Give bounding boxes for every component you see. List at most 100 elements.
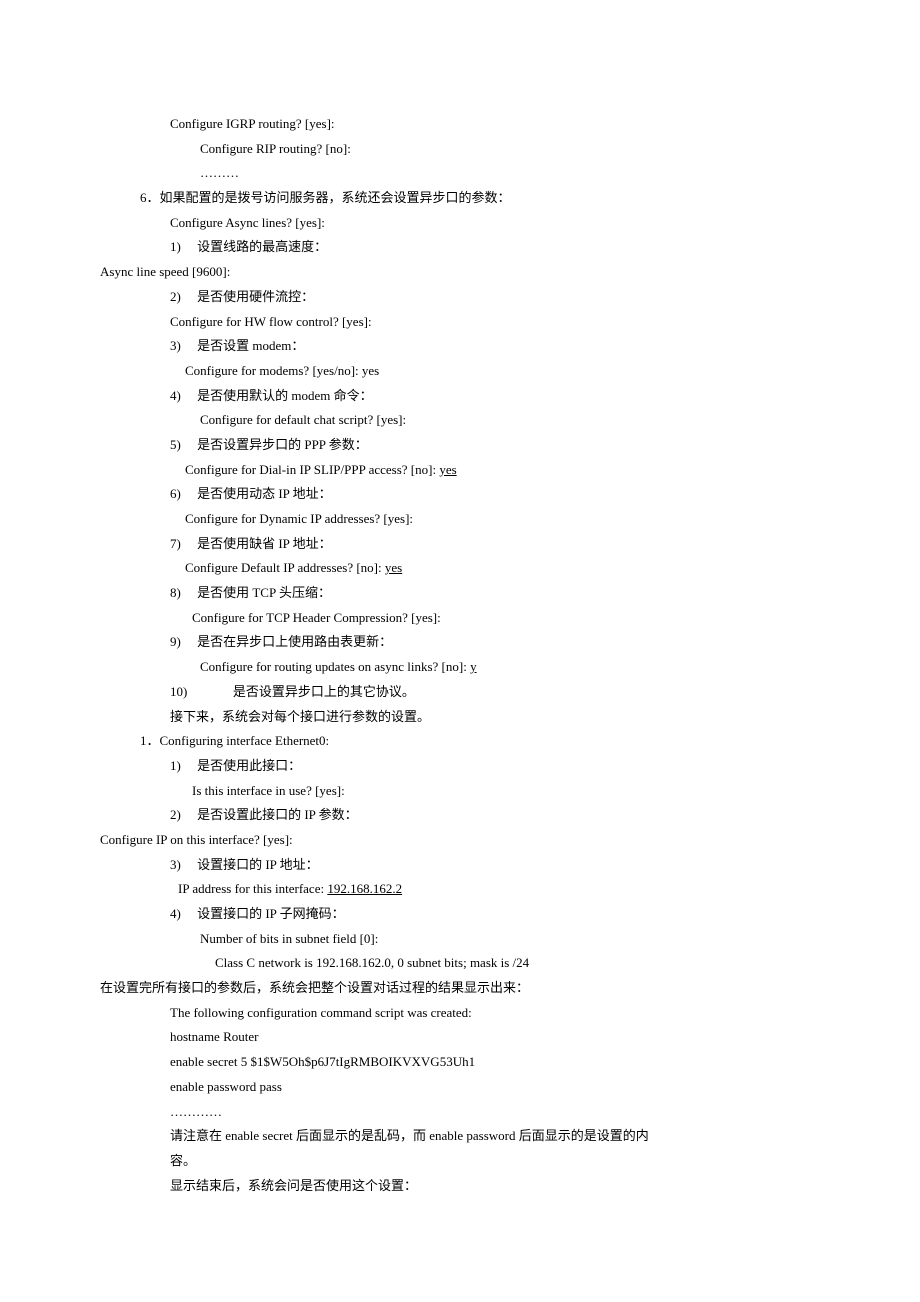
text-line: 请注意在 enable secret 后面显示的是乱码，而 enable pas… bbox=[100, 1124, 790, 1149]
text-span: 接下来，系统会对每个接口进行参数的设置。 bbox=[170, 709, 430, 724]
text-span: 3) bbox=[170, 857, 181, 872]
text-span: 1) bbox=[170, 239, 181, 254]
text-span: Configure for Dynamic IP addresses? [yes… bbox=[185, 511, 413, 526]
spacing bbox=[181, 634, 197, 649]
text-span: Async line speed [9600]: bbox=[100, 264, 230, 279]
text-span: Is this interface in use? [yes]: bbox=[192, 783, 345, 798]
text-line: 3) 是否设置 modem： bbox=[100, 334, 790, 359]
spacing bbox=[187, 684, 233, 699]
spacing bbox=[181, 758, 197, 773]
text-span: 设置接口的 IP 子网掩码： bbox=[197, 906, 345, 921]
text-span: Configure for HW flow control? [yes]: bbox=[170, 314, 372, 329]
spacing bbox=[181, 807, 197, 822]
text-span: hostname Router bbox=[170, 1029, 258, 1044]
text-span: Number of bits in subnet field [0]: bbox=[200, 931, 378, 946]
text-line: 2) 是否使用硬件流控： bbox=[100, 285, 790, 310]
text-line: 9) 是否在异步口上使用路由表更新： bbox=[100, 630, 790, 655]
text-line: 1) 设置线路的最高速度： bbox=[100, 235, 790, 260]
text-span: 是否在异步口上使用路由表更新： bbox=[197, 634, 392, 649]
text-span: 是否设置异步口的 PPP 参数： bbox=[197, 437, 368, 452]
spacing bbox=[181, 338, 197, 353]
text-span: Configure for routing updates on async l… bbox=[200, 659, 470, 674]
text-line: Configure for routing updates on async l… bbox=[100, 655, 790, 680]
text-line: 6) 是否使用动态 IP 地址： bbox=[100, 482, 790, 507]
text-line: Configure for Dial-in IP SLIP/PPP access… bbox=[100, 458, 790, 483]
text-line: 8) 是否使用 TCP 头压缩： bbox=[100, 581, 790, 606]
text-span: 是否使用默认的 modem 命令： bbox=[197, 388, 373, 403]
text-line: Is this interface in use? [yes]: bbox=[100, 779, 790, 804]
text-line: Configure for default chat script? [yes]… bbox=[100, 408, 790, 433]
text-span: 4) bbox=[170, 906, 181, 921]
text-span: yes bbox=[385, 560, 402, 575]
text-line: 1) 是否使用此接口： bbox=[100, 754, 790, 779]
text-line: 4) 设置接口的 IP 子网掩码： bbox=[100, 902, 790, 927]
text-span: 容。 bbox=[170, 1153, 196, 1168]
text-span: Configure for TCP Header Compression? [y… bbox=[192, 610, 441, 625]
text-span: 是否设置此接口的 IP 参数： bbox=[197, 807, 358, 822]
text-line: 10) 是否设置异步口上的其它协议。 bbox=[100, 680, 790, 705]
spacing bbox=[181, 289, 197, 304]
text-span: 2) bbox=[170, 807, 181, 822]
text-span: 8) bbox=[170, 585, 181, 600]
text-span: Configure Async lines? [yes]: bbox=[170, 215, 325, 230]
text-span: 设置线路的最高速度： bbox=[197, 239, 327, 254]
text-span: yes bbox=[439, 462, 456, 477]
text-line: enable secret 5 $1$W5Oh$p6J7tIgRMBOIKVXV… bbox=[100, 1050, 790, 1075]
spacing bbox=[181, 437, 197, 452]
text-span: enable password pass bbox=[170, 1079, 282, 1094]
text-line: Configure Default IP addresses? [no]: ye… bbox=[100, 556, 790, 581]
text-span: enable secret 5 $1$W5Oh$p6J7tIgRMBOIKVXV… bbox=[170, 1054, 475, 1069]
text-line: The following configuration command scri… bbox=[100, 1001, 790, 1026]
text-line: Configure for modems? [yes/no]: yes bbox=[100, 359, 790, 384]
text-line: Configure for TCP Header Compression? [y… bbox=[100, 606, 790, 631]
text-span: IP address for this interface: bbox=[178, 881, 327, 896]
spacing bbox=[181, 486, 197, 501]
text-span: 在设置完所有接口的参数后，系统会把整个设置对话过程的结果显示出来： bbox=[100, 980, 529, 995]
text-line: 6．如果配置的是拨号访问服务器，系统还会设置异步口的参数： bbox=[100, 186, 790, 211]
text-span: 6) bbox=[170, 486, 181, 501]
text-span: 设置接口的 IP 地址： bbox=[197, 857, 319, 872]
text-span: Configure IP on this interface? [yes]: bbox=[100, 832, 293, 847]
text-span: Class C network is 192.168.162.0, 0 subn… bbox=[215, 955, 529, 970]
text-line: 3) 设置接口的 IP 地址： bbox=[100, 853, 790, 878]
spacing bbox=[181, 239, 197, 254]
text-span: 是否设置 modem： bbox=[197, 338, 304, 353]
text-span: Configure for default chat script? [yes]… bbox=[200, 412, 406, 427]
text-line: Configure Async lines? [yes]: bbox=[100, 211, 790, 236]
text-span: Configure IGRP routing? [yes]: bbox=[170, 116, 335, 131]
text-span: 请注意在 enable secret 后面显示的是乱码，而 enable pas… bbox=[170, 1128, 649, 1143]
text-line: IP address for this interface: 192.168.1… bbox=[100, 877, 790, 902]
text-line: Configure IGRP routing? [yes]: bbox=[100, 112, 790, 137]
text-line: 2) 是否设置此接口的 IP 参数： bbox=[100, 803, 790, 828]
spacing bbox=[181, 857, 197, 872]
text-line: 7) 是否使用缺省 IP 地址： bbox=[100, 532, 790, 557]
text-span: 是否设置异步口上的其它协议。 bbox=[233, 684, 415, 699]
text-line: ………… bbox=[100, 1100, 790, 1125]
text-line: 容。 bbox=[100, 1149, 790, 1174]
spacing bbox=[181, 585, 197, 600]
text-line: enable password pass bbox=[100, 1075, 790, 1100]
spacing bbox=[181, 388, 197, 403]
spacing bbox=[181, 906, 197, 921]
text-line: 4) 是否使用默认的 modem 命令： bbox=[100, 384, 790, 409]
text-line: 在设置完所有接口的参数后，系统会把整个设置对话过程的结果显示出来： bbox=[100, 976, 790, 1001]
text-span: The following configuration command scri… bbox=[170, 1005, 472, 1020]
text-span: 是否使用硬件流控： bbox=[197, 289, 314, 304]
text-span: 6．如果配置的是拨号访问服务器，系统还会设置异步口的参数： bbox=[140, 190, 511, 205]
text-span: Configure RIP routing? [no]: bbox=[200, 141, 351, 156]
text-span: Configure Default IP addresses? [no]: bbox=[185, 560, 385, 575]
text-span: 3) bbox=[170, 338, 181, 353]
text-line: 1．Configuring interface Ethernet0: bbox=[100, 729, 790, 754]
text-span: Configure for Dial-in IP SLIP/PPP access… bbox=[185, 462, 439, 477]
text-span: 7) bbox=[170, 536, 181, 551]
text-line: Configure IP on this interface? [yes]: bbox=[100, 828, 790, 853]
text-span: 9) bbox=[170, 634, 181, 649]
text-span: 是否使用动态 IP 地址： bbox=[197, 486, 332, 501]
text-span: 4) bbox=[170, 388, 181, 403]
text-span: 10) bbox=[170, 684, 187, 699]
text-line: Configure for Dynamic IP addresses? [yes… bbox=[100, 507, 790, 532]
document-body: Configure IGRP routing? [yes]: Configure … bbox=[100, 112, 790, 1198]
text-span: 是否使用此接口： bbox=[197, 758, 301, 773]
text-span: 1．Configuring interface Ethernet0: bbox=[140, 733, 329, 748]
text-span: 是否使用 TCP 头压缩： bbox=[197, 585, 331, 600]
